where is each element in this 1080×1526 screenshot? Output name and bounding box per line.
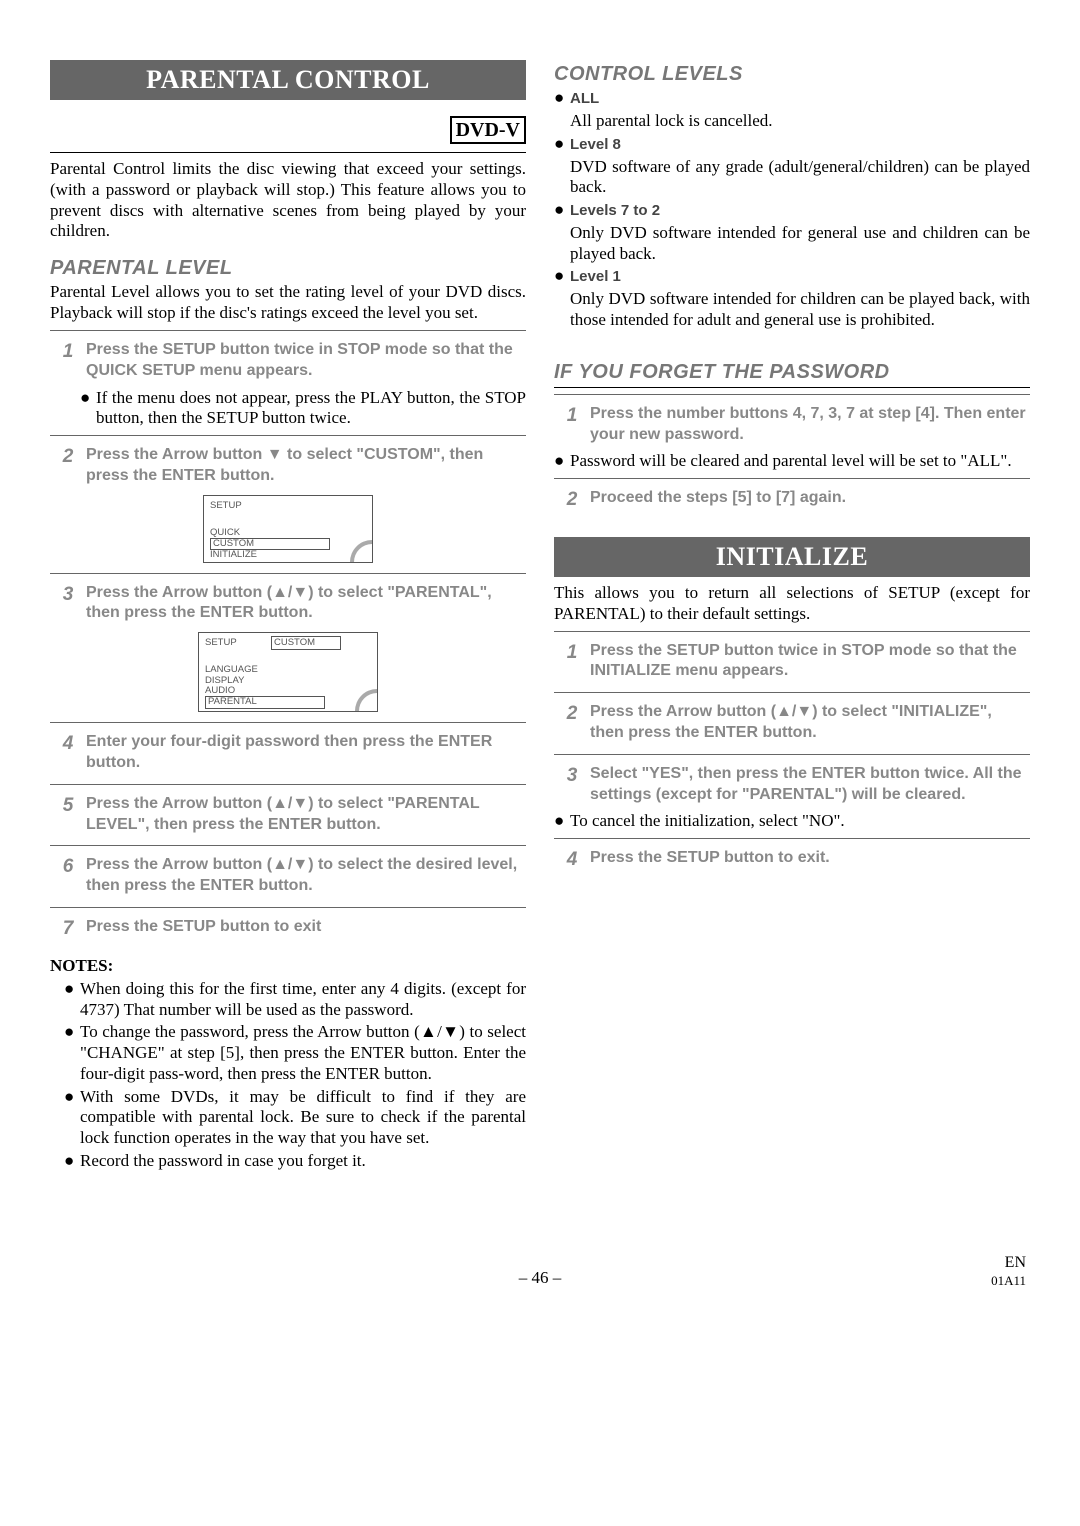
bullet-icon: ● [554,88,570,109]
step-text: Proceed the steps [5] to [7] again. [590,488,1030,509]
step-text: Press the SETUP button to exit. [590,848,1030,869]
forget-note: ● Password will be cleared and parental … [554,451,1030,472]
level-8: ● Level 8 [554,134,1030,155]
step-text: Press the SETUP button to exit [86,917,526,938]
step-note: ● If the menu does not appear, press the… [50,388,526,429]
step-text: Press the SETUP button twice in STOP mod… [86,340,526,382]
step-text: Press the Arrow button ▼ to select "CUST… [86,445,526,487]
step-4: 4 Enter your four-digit password then pr… [50,726,526,778]
parental-control-heading: PARENTAL CONTROL [50,60,526,100]
bullet-icon: ● [554,134,570,155]
init-step-1: 1 Press the SETUP button twice in STOP m… [554,635,1030,687]
step-text: Press the SETUP button twice in STOP mod… [590,641,1030,683]
bullet-icon: ● [554,451,570,472]
step-number: 7 [50,917,86,940]
note-item: ● With some DVDs, it may be difficult to… [50,1087,526,1149]
step-text: Press the Arrow button (▲/▼) to select "… [86,794,526,836]
init-step-2: 2 Press the Arrow button (▲/▼) to select… [554,696,1030,748]
step-number: 1 [554,641,590,664]
page-number: – 46 – [134,1268,946,1289]
step-1: 1 Press the SETUP button twice in STOP m… [50,334,526,386]
step-text: Press the Arrow button (▲/▼) to select "… [86,583,526,625]
divider [50,152,526,153]
note-item: ● To change the password, press the Arro… [50,1022,526,1084]
init-step-3: 3 Select "YES", then press the ENTER but… [554,758,1030,810]
bullet-icon: ● [64,1151,80,1172]
step-2: 2 Press the Arrow button ▼ to select "CU… [50,439,526,491]
forget-password-subhead: IF YOU FORGET THE PASSWORD [554,360,1030,384]
step-text: Press the Arrow button (▲/▼) to select t… [86,855,526,897]
level-1-text: Only DVD software intended for children … [554,289,1030,330]
dvd-v-badge: DVD-V [450,116,526,144]
step-number: 6 [50,855,86,878]
control-levels-subhead: CONTROL LEVELS [554,62,1030,86]
level-all: ● ALL [554,88,1030,109]
level-8-text: DVD software of any grade (adult/general… [554,157,1030,198]
bullet-icon: ● [554,811,570,832]
bullet-icon: ● [64,1022,80,1043]
bullet-icon: ● [64,979,80,1000]
step-3: 3 Press the Arrow button (▲/▼) to select… [50,577,526,629]
footer-lang: EN [946,1253,1026,1273]
level-all-text: All parental lock is cancelled. [554,111,1030,132]
step-number: 2 [554,702,590,725]
bullet-icon: ● [554,266,570,287]
note-item: ● Record the password in case you forget… [50,1151,526,1172]
forget-step-1: 1 Press the number buttons 4, 7, 3, 7 at… [554,398,1030,450]
bullet-icon: ● [80,388,96,409]
footer-code: 01A11 [946,1273,1026,1289]
level-1: ● Level 1 [554,266,1030,287]
step-number: 2 [554,488,590,511]
step-text: Press the Arrow button (▲/▼) to select "… [590,702,1030,744]
note-item: ● When doing this for the first time, en… [50,979,526,1020]
intro-text: Parental Control limits the disc viewing… [50,159,526,242]
step-7: 7 Press the SETUP button to exit [50,911,526,944]
parental-level-intro: Parental Level allows you to set the rat… [50,282,526,323]
setup-menu-diagram-2: SETUP CUSTOM LANGUAGE DISPLAY AUDIO PARE… [198,632,378,712]
step-number: 2 [50,445,86,468]
level-7-2: ● Levels 7 to 2 [554,200,1030,221]
notes-heading: NOTES: [50,956,526,977]
forget-step-2: 2 Proceed the steps [5] to [7] again. [554,482,1030,515]
bullet-icon: ● [554,200,570,221]
page-footer: – 46 – EN 01A11 [50,1253,1030,1288]
step-text: Select "YES", then press the ENTER butto… [590,764,1030,806]
parental-level-subhead: PARENTAL LEVEL [50,256,526,280]
step-5: 5 Press the Arrow button (▲/▼) to select… [50,788,526,840]
step-number: 4 [554,848,590,871]
step-number: 4 [50,732,86,755]
step-number: 3 [554,764,590,787]
setup-menu-diagram-1: SETUP QUICK CUSTOM INITIALIZE [203,495,373,563]
step-6: 6 Press the Arrow button (▲/▼) to select… [50,849,526,901]
level-7-2-text: Only DVD software intended for general u… [554,223,1030,264]
initialize-intro: This allows you to return all selections… [554,583,1030,624]
init-step-4: 4 Press the SETUP button to exit. [554,842,1030,875]
initialize-heading: INITIALIZE [554,537,1030,577]
init-note: ● To cancel the initialization, select "… [554,811,1030,832]
step-text: Enter your four-digit password then pres… [86,732,526,774]
step-number: 1 [554,404,590,427]
bullet-icon: ● [64,1087,80,1108]
step-number: 3 [50,583,86,606]
step-number: 1 [50,340,86,363]
step-number: 5 [50,794,86,817]
step-text: Press the number buttons 4, 7, 3, 7 at s… [590,404,1030,446]
